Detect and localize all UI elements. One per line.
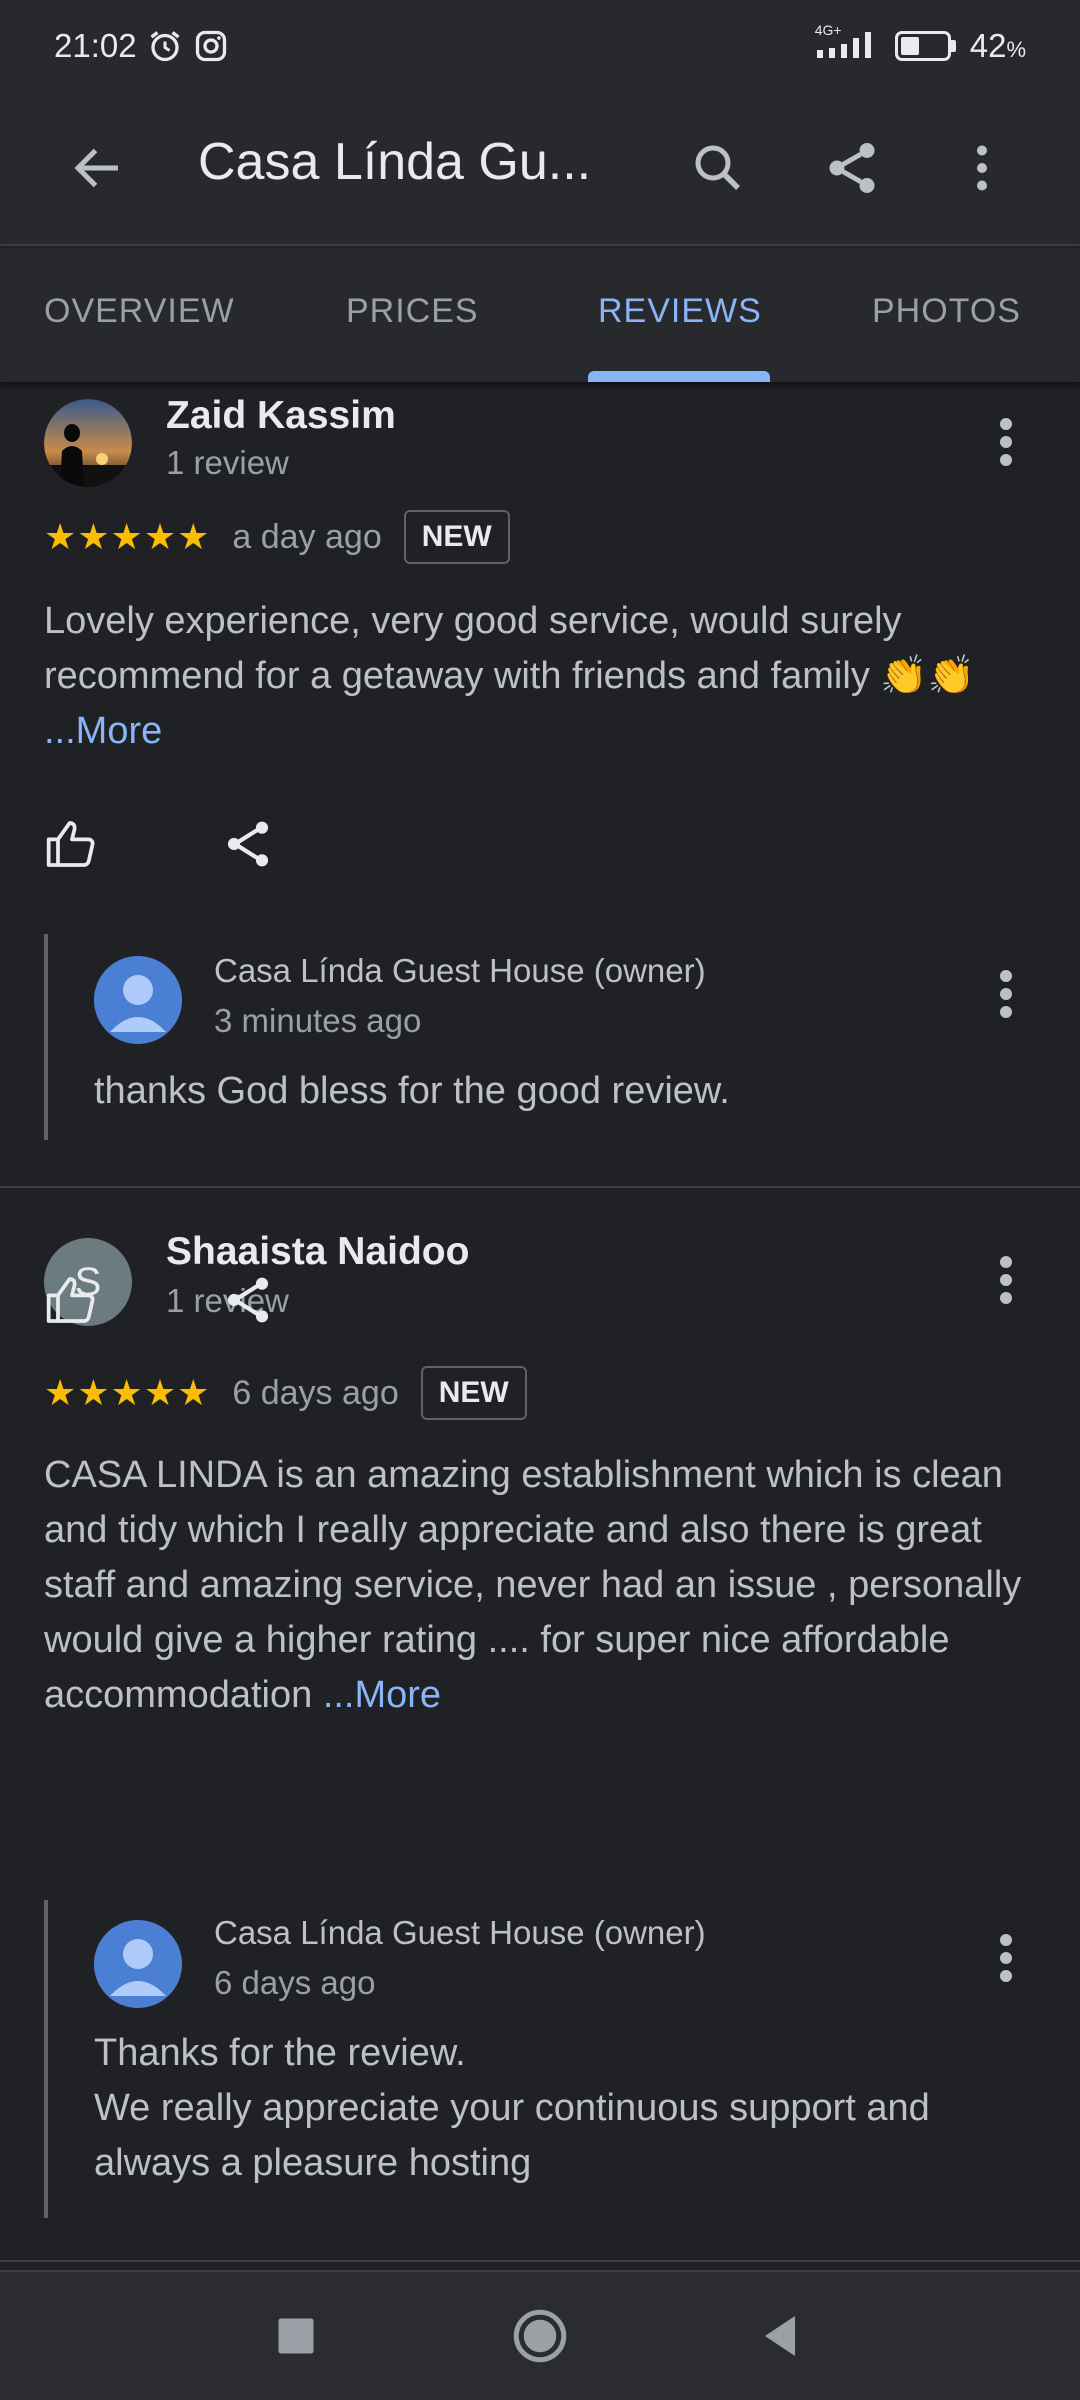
review-time: 6 days ago — [232, 1373, 399, 1412]
app-bar: Casa Línda Gu... — [0, 92, 1080, 246]
reviews-list[interactable]: Zaid Kassim 1 review ★★★★★ a day ago NEW… — [0, 382, 1080, 2270]
tab-photos[interactable]: PHOTOS — [872, 292, 1021, 331]
instagram-icon — [195, 30, 226, 62]
more-link[interactable]: ...More — [44, 710, 162, 752]
owner-name: Casa Línda Guest House (owner) — [214, 952, 706, 989]
recents-square-icon[interactable] — [266, 2306, 326, 2366]
system-nav-bar — [0, 2270, 1080, 2400]
divider — [0, 2260, 1080, 2262]
back-arrow-icon[interactable] — [68, 138, 128, 198]
owner-reply-text: Thanks for the review. We really appreci… — [94, 2026, 1034, 2191]
owner-reply-time: 6 days ago — [214, 1964, 376, 2001]
back-triangle-icon[interactable] — [750, 2306, 810, 2366]
thumb-up-icon[interactable] — [44, 1272, 100, 1328]
new-badge: NEW — [403, 510, 510, 564]
review-text: Lovely experience, very good service, wo… — [44, 594, 1044, 759]
share-icon[interactable] — [220, 1272, 276, 1328]
review-body: Lovely experience, very good service, wo… — [44, 600, 975, 697]
alarm-icon — [150, 31, 180, 62]
more-vert-icon[interactable] — [952, 138, 1012, 198]
battery-level: 42 — [969, 27, 1007, 64]
tab-overview[interactable]: OVERVIEW — [44, 292, 235, 331]
share-icon[interactable] — [822, 138, 882, 198]
review-count: 1 review — [166, 444, 289, 481]
reviewer-name[interactable]: Shaaista Naidoo — [166, 1230, 469, 1274]
owner-reply-bar — [44, 934, 48, 1140]
share-icon[interactable] — [220, 816, 276, 872]
owner-reply-text: thanks God bless for the good review. — [94, 1070, 730, 1112]
battery-icon — [894, 31, 956, 61]
tab-prices[interactable]: PRICES — [346, 292, 479, 331]
tab-bar: OVERVIEW PRICES REVIEWS PHOTOS — [0, 248, 1080, 382]
page-title: Casa Línda Gu... — [198, 133, 592, 191]
more-link[interactable]: ...More — [323, 1674, 441, 1716]
tab-reviews[interactable]: REVIEWS — [598, 292, 762, 331]
network-type: 4G+ — [814, 22, 842, 38]
review-time: a day ago — [232, 517, 382, 556]
review-body: CASA LINDA is an amazing establishment w… — [44, 1454, 1022, 1716]
status-time: 21:02 — [54, 27, 137, 64]
avatar[interactable] — [44, 399, 132, 487]
star-rating: ★★★★★ — [44, 516, 211, 557]
more-vert-icon[interactable] — [986, 1250, 1026, 1310]
owner-reply-line: Thanks for the review. — [94, 2032, 466, 2074]
owner-avatar — [94, 956, 182, 1044]
star-rating: ★★★★★ — [44, 1372, 211, 1413]
rating-row: ★★★★★ a day ago NEW — [44, 510, 510, 564]
owner-reply-time: 3 minutes ago — [214, 1002, 422, 1039]
rating-row: ★★★★★ 6 days ago NEW — [44, 1366, 527, 1420]
divider — [0, 1186, 1080, 1188]
home-circle-icon[interactable] — [510, 2306, 570, 2366]
review-text: CASA LINDA is an amazing establishment w… — [44, 1448, 1044, 1723]
new-badge: NEW — [420, 1366, 527, 1420]
active-tab-indicator — [588, 371, 770, 382]
owner-avatar — [94, 1920, 182, 2008]
status-bar: 21:02 4G+ 42% — [0, 0, 1080, 92]
more-vert-icon[interactable] — [986, 412, 1026, 472]
more-vert-icon[interactable] — [986, 964, 1026, 1024]
owner-reply-bar — [44, 1900, 48, 2218]
owner-name: Casa Línda Guest House (owner) — [214, 1914, 706, 1951]
battery-percent-sign: % — [1006, 37, 1026, 62]
search-icon[interactable] — [688, 138, 748, 198]
owner-reply-line: We really appreciate your continuous sup… — [94, 2087, 930, 2184]
thumb-up-icon[interactable] — [44, 816, 100, 872]
reviewer-name[interactable]: Zaid Kassim — [166, 394, 396, 438]
more-vert-icon[interactable] — [986, 1928, 1026, 1988]
